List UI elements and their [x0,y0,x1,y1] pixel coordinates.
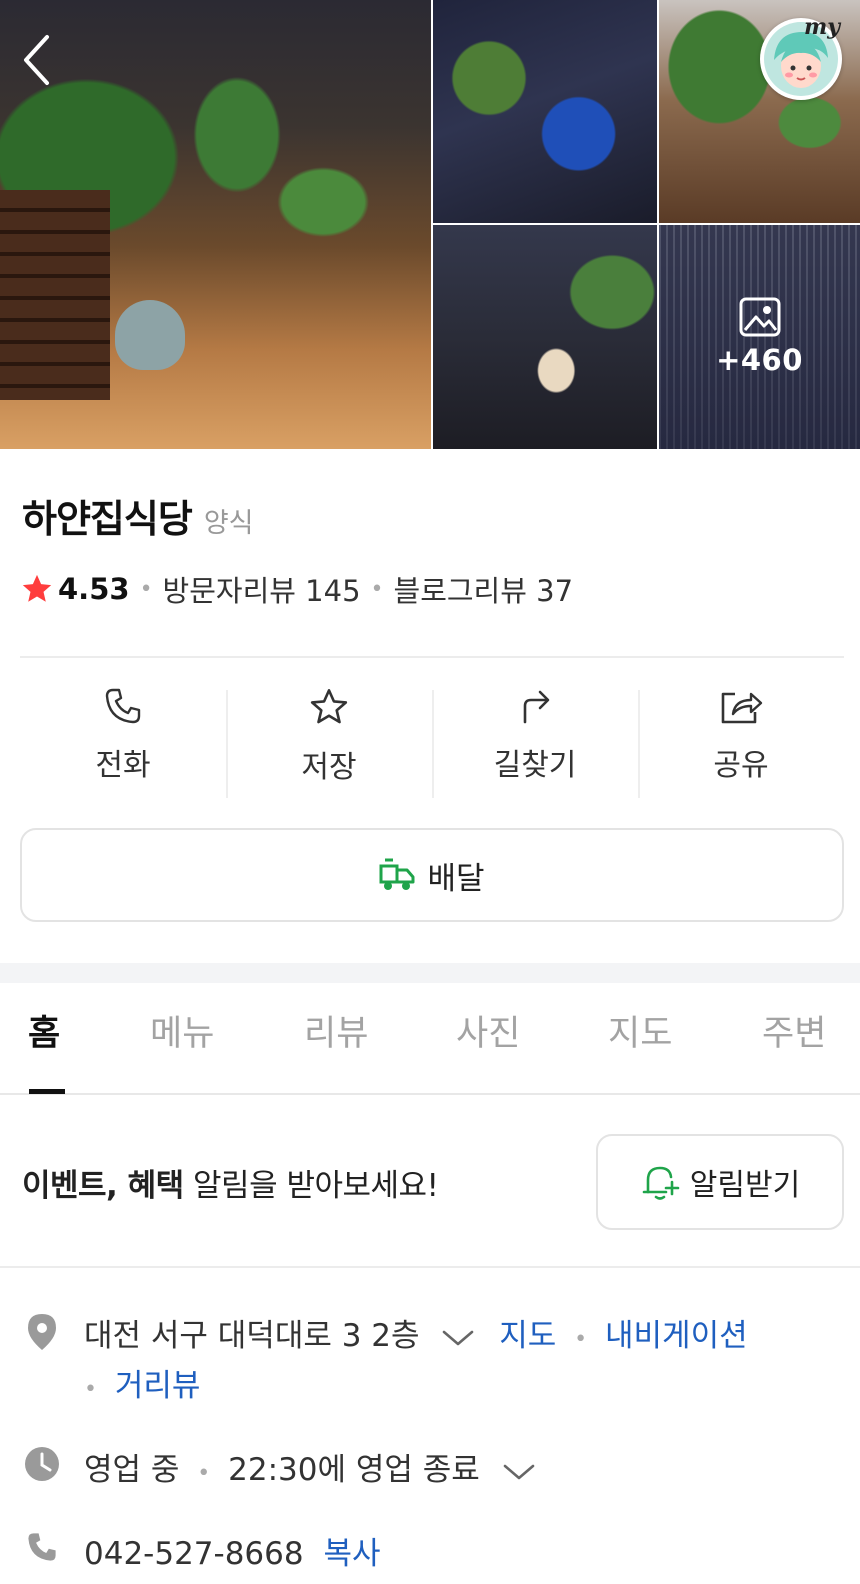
business-status: 영업 중 [84,1452,180,1488]
share-icon [721,692,763,724]
share-button[interactable]: 공유 [638,686,844,798]
street-view-row: • 거리뷰 [84,1360,200,1405]
map-link[interactable]: 지도 [499,1318,556,1354]
notification-prompt: 이벤트, 혜택 알림을 받아보세요! [22,1160,439,1205]
photo-gallery: +460 my [0,0,860,449]
subscribe-notifications-button[interactable]: 알림받기 [596,1134,844,1230]
copy-phone-link[interactable]: 복사 [323,1536,380,1572]
separator-dot: • [84,1377,97,1402]
active-tab-indicator [29,1089,65,1094]
address-text: 대전 서구 대덕대로 3 2층 [84,1318,420,1354]
section-divider [0,963,860,983]
back-button[interactable] [14,30,58,90]
tab-bar: 홈 메뉴 리뷰 사진 지도 주변 [0,983,860,1095]
chevron-down-icon[interactable] [502,1462,536,1482]
separator-dot: • [197,1461,211,1486]
clock-icon [24,1446,60,1482]
directions-button[interactable]: 길찾기 [432,686,638,798]
tab-nearby[interactable]: 주변 [762,1005,826,1056]
chevron-down-icon[interactable] [441,1328,475,1348]
phone-number[interactable]: 042-527-8668 [84,1536,304,1572]
divider [0,1266,860,1268]
gallery-photo-3[interactable] [433,225,657,449]
delivery-label: 배달 [427,860,485,897]
rating-row: 4.53 • 방문자리뷰 145 • 블로그리뷰 37 [20,568,573,610]
my-label: my [803,14,840,40]
notification-prompt-rest: 알림을 받아보세요! [183,1168,439,1204]
delivery-button[interactable]: 배달 [20,828,844,922]
separator-dot: • [139,576,153,602]
tab-reviews[interactable]: 리뷰 [304,1005,368,1056]
closing-time: 22:30에 영업 종료 [228,1452,480,1488]
save-button[interactable]: 저장 [226,686,432,798]
place-title-row: 하얀집식당 양식 [22,488,254,543]
phone-row: 042-527-8668 복사 [84,1528,381,1573]
gallery-photo-more[interactable]: +460 [659,225,860,449]
address-row: 대전 서구 대덕대로 3 2층 지도 • 내비게이션 [84,1310,748,1355]
tab-map[interactable]: 지도 [608,1005,672,1056]
rating-value: 4.53 [58,572,130,606]
image-icon [739,297,780,337]
call-label: 전화 [95,748,151,783]
call-button[interactable]: 전화 [20,686,226,794]
star-filled-icon [22,574,52,602]
delivery-truck-icon [379,858,415,890]
divider [20,656,844,658]
tab-photos[interactable]: 사진 [456,1005,520,1056]
star-outline-icon [310,689,348,724]
more-photos-overlay: +460 [659,225,860,449]
gallery-photo-1[interactable] [433,0,657,223]
navigation-link[interactable]: 내비게이션 [605,1318,748,1354]
tab-home[interactable]: 홈 [28,1005,60,1056]
phone-filled-icon [24,1530,60,1564]
tab-menu[interactable]: 메뉴 [150,1005,214,1056]
place-name: 하얀집식당 [22,497,193,541]
subscribe-notifications-label: 알림받기 [689,1168,801,1203]
visitor-reviews-link[interactable]: 방문자리뷰 145 [163,568,361,610]
chevron-left-icon [24,35,49,85]
location-pin-icon [24,1312,60,1352]
phone-icon [105,688,141,724]
notification-prompt-bold: 이벤트, 혜택 [22,1168,184,1204]
directions-label: 길찾기 [493,748,577,783]
save-label: 저장 [301,750,357,785]
street-view-link[interactable]: 거리뷰 [115,1368,201,1404]
separator-dot: • [370,576,384,602]
bell-plus-icon [642,1166,680,1200]
more-photos-count: +460 [716,343,803,377]
blog-reviews-link[interactable]: 블로그리뷰 37 [394,568,574,610]
directions-arrow-icon [523,690,550,724]
share-label: 공유 [713,748,769,783]
business-hours-row[interactable]: 영업 중 • 22:30에 영업 종료 [84,1444,536,1489]
separator-dot: • [574,1327,588,1352]
action-bar: 전화 저장 길찾기 공유 [20,686,844,798]
my-profile-button[interactable]: my [760,14,842,100]
place-category: 양식 [203,508,254,539]
main-photo[interactable] [0,0,431,449]
